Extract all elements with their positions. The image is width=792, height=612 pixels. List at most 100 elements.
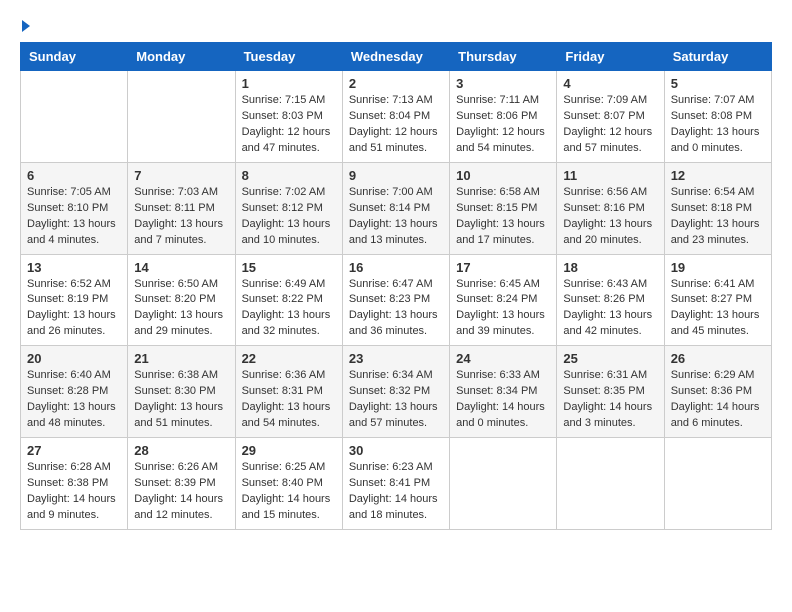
day-info: Sunrise: 6:56 AM Sunset: 8:16 PM Dayligh… (563, 185, 657, 249)
day-info: Sunrise: 6:38 AM Sunset: 8:30 PM Dayligh… (134, 368, 228, 432)
day-info: Sunrise: 7:03 AM Sunset: 8:11 PM Dayligh… (134, 185, 228, 249)
calendar-cell: 18Sunrise: 6:43 AM Sunset: 8:26 PM Dayli… (557, 254, 664, 346)
day-info: Sunrise: 6:54 AM Sunset: 8:18 PM Dayligh… (671, 185, 765, 249)
weekday-header-friday: Friday (557, 43, 664, 71)
calendar-cell: 11Sunrise: 6:56 AM Sunset: 8:16 PM Dayli… (557, 162, 664, 254)
day-number: 25 (563, 351, 657, 366)
day-info: Sunrise: 6:45 AM Sunset: 8:24 PM Dayligh… (456, 277, 550, 341)
weekday-header-tuesday: Tuesday (235, 43, 342, 71)
calendar-cell: 29 Sunrise: 6:25 AM Sunset: 8:40 PM Dayli… (235, 438, 342, 530)
calendar-cell (450, 438, 557, 530)
logo-arrow-icon (22, 20, 30, 32)
day-number: 22 (242, 351, 336, 366)
calendar-cell: 23Sunrise: 6:34 AM Sunset: 8:32 PM Dayli… (342, 346, 449, 438)
calendar-cell: 5 Sunrise: 7:07 AM Sunset: 8:08 PM Daylig… (664, 71, 771, 163)
calendar-cell: 24 Sunrise: 6:33 AM Sunset: 8:34 PM Dayli… (450, 346, 557, 438)
day-info: Sunrise: 6:31 AM Sunset: 8:35 PM Dayligh… (563, 368, 657, 432)
day-number: 10 (456, 168, 550, 183)
day-number: 17 (456, 260, 550, 275)
calendar-week-row: 13 Sunrise: 6:52 AM Sunset: 8:19 PM Dayli… (21, 254, 772, 346)
day-info: Sunrise: 6:34 AM Sunset: 8:32 PM Dayligh… (349, 368, 443, 432)
weekday-header-saturday: Saturday (664, 43, 771, 71)
day-info: Sunrise: 7:15 AM Sunset: 8:03 PM Dayligh… (242, 93, 336, 157)
calendar-cell: 9 Sunrise: 7:00 AM Sunset: 8:14 PM Daylig… (342, 162, 449, 254)
page-header (20, 20, 772, 32)
day-info: Sunrise: 6:36 AM Sunset: 8:31 PM Dayligh… (242, 368, 336, 432)
calendar-cell (128, 71, 235, 163)
calendar-week-row: 20Sunrise: 6:40 AM Sunset: 8:28 PM Dayli… (21, 346, 772, 438)
calendar-cell: 4 Sunrise: 7:09 AM Sunset: 8:07 PM Daylig… (557, 71, 664, 163)
day-number: 12 (671, 168, 765, 183)
day-info: Sunrise: 6:58 AM Sunset: 8:15 PM Dayligh… (456, 185, 550, 249)
calendar-cell: 1 Sunrise: 7:15 AM Sunset: 8:03 PM Daylig… (235, 71, 342, 163)
calendar-cell: 8 Sunrise: 7:02 AM Sunset: 8:12 PM Daylig… (235, 162, 342, 254)
day-number: 28 (134, 443, 228, 458)
day-number: 27 (27, 443, 121, 458)
day-info: Sunrise: 7:11 AM Sunset: 8:06 PM Dayligh… (456, 93, 550, 157)
weekday-header-monday: Monday (128, 43, 235, 71)
day-number: 8 (242, 168, 336, 183)
logo (20, 20, 30, 32)
day-number: 3 (456, 76, 550, 91)
calendar-week-row: 6 Sunrise: 7:05 AM Sunset: 8:10 PM Daylig… (21, 162, 772, 254)
day-info: Sunrise: 6:28 AM Sunset: 8:38 PM Dayligh… (27, 460, 121, 524)
calendar-week-row: 27 Sunrise: 6:28 AM Sunset: 8:38 PM Dayli… (21, 438, 772, 530)
day-number: 30 (349, 443, 443, 458)
day-info: Sunrise: 6:49 AM Sunset: 8:22 PM Dayligh… (242, 277, 336, 341)
calendar-cell: 25 Sunrise: 6:31 AM Sunset: 8:35 PM Dayli… (557, 346, 664, 438)
calendar-cell: 20Sunrise: 6:40 AM Sunset: 8:28 PM Dayli… (21, 346, 128, 438)
day-number: 24 (456, 351, 550, 366)
day-number: 13 (27, 260, 121, 275)
calendar-cell: 2 Sunrise: 7:13 AM Sunset: 8:04 PM Daylig… (342, 71, 449, 163)
day-info: Sunrise: 7:02 AM Sunset: 8:12 PM Dayligh… (242, 185, 336, 249)
day-number: 9 (349, 168, 443, 183)
calendar-cell: 6 Sunrise: 7:05 AM Sunset: 8:10 PM Daylig… (21, 162, 128, 254)
day-number: 16 (349, 260, 443, 275)
calendar-cell: 7Sunrise: 7:03 AM Sunset: 8:11 PM Daylig… (128, 162, 235, 254)
day-info: Sunrise: 6:41 AM Sunset: 8:27 PM Dayligh… (671, 277, 765, 341)
calendar-cell (557, 438, 664, 530)
calendar-cell: 30Sunrise: 6:23 AM Sunset: 8:41 PM Dayli… (342, 438, 449, 530)
calendar-cell (21, 71, 128, 163)
day-number: 19 (671, 260, 765, 275)
day-info: Sunrise: 6:47 AM Sunset: 8:23 PM Dayligh… (349, 277, 443, 341)
day-number: 20 (27, 351, 121, 366)
calendar-cell: 17 Sunrise: 6:45 AM Sunset: 8:24 PM Dayli… (450, 254, 557, 346)
calendar-cell: 3 Sunrise: 7:11 AM Sunset: 8:06 PM Daylig… (450, 71, 557, 163)
calendar-cell: 15 Sunrise: 6:49 AM Sunset: 8:22 PM Dayli… (235, 254, 342, 346)
day-info: Sunrise: 7:09 AM Sunset: 8:07 PM Dayligh… (563, 93, 657, 157)
day-info: Sunrise: 7:00 AM Sunset: 8:14 PM Dayligh… (349, 185, 443, 249)
calendar-cell: 10 Sunrise: 6:58 AM Sunset: 8:15 PM Dayli… (450, 162, 557, 254)
calendar-cell: 26Sunrise: 6:29 AM Sunset: 8:36 PM Dayli… (664, 346, 771, 438)
day-info: Sunrise: 6:52 AM Sunset: 8:19 PM Dayligh… (27, 277, 121, 341)
day-number: 4 (563, 76, 657, 91)
day-info: Sunrise: 6:50 AM Sunset: 8:20 PM Dayligh… (134, 277, 228, 341)
day-number: 26 (671, 351, 765, 366)
day-info: Sunrise: 6:25 AM Sunset: 8:40 PM Dayligh… (242, 460, 336, 524)
day-info: Sunrise: 7:07 AM Sunset: 8:08 PM Dayligh… (671, 93, 765, 157)
calendar-cell: 19 Sunrise: 6:41 AM Sunset: 8:27 PM Dayli… (664, 254, 771, 346)
calendar-cell (664, 438, 771, 530)
day-number: 6 (27, 168, 121, 183)
day-info: Sunrise: 6:26 AM Sunset: 8:39 PM Dayligh… (134, 460, 228, 524)
day-number: 14 (134, 260, 228, 275)
calendar-cell: 12 Sunrise: 6:54 AM Sunset: 8:18 PM Dayli… (664, 162, 771, 254)
day-info: Sunrise: 7:05 AM Sunset: 8:10 PM Dayligh… (27, 185, 121, 249)
day-number: 1 (242, 76, 336, 91)
weekday-header-row: SundayMondayTuesdayWednesdayThursdayFrid… (21, 43, 772, 71)
day-number: 5 (671, 76, 765, 91)
day-number: 18 (563, 260, 657, 275)
calendar-cell: 27 Sunrise: 6:28 AM Sunset: 8:38 PM Dayli… (21, 438, 128, 530)
day-info: Sunrise: 6:33 AM Sunset: 8:34 PM Dayligh… (456, 368, 550, 432)
day-number: 29 (242, 443, 336, 458)
weekday-header-thursday: Thursday (450, 43, 557, 71)
calendar-cell: 14 Sunrise: 6:50 AM Sunset: 8:20 PM Dayli… (128, 254, 235, 346)
day-number: 2 (349, 76, 443, 91)
calendar-cell: 22 Sunrise: 6:36 AM Sunset: 8:31 PM Dayli… (235, 346, 342, 438)
calendar-cell: 28 Sunrise: 6:26 AM Sunset: 8:39 PM Dayli… (128, 438, 235, 530)
calendar-cell: 16 Sunrise: 6:47 AM Sunset: 8:23 PM Dayli… (342, 254, 449, 346)
calendar-cell: 13 Sunrise: 6:52 AM Sunset: 8:19 PM Dayli… (21, 254, 128, 346)
weekday-header-wednesday: Wednesday (342, 43, 449, 71)
day-info: Sunrise: 7:13 AM Sunset: 8:04 PM Dayligh… (349, 93, 443, 157)
day-number: 15 (242, 260, 336, 275)
